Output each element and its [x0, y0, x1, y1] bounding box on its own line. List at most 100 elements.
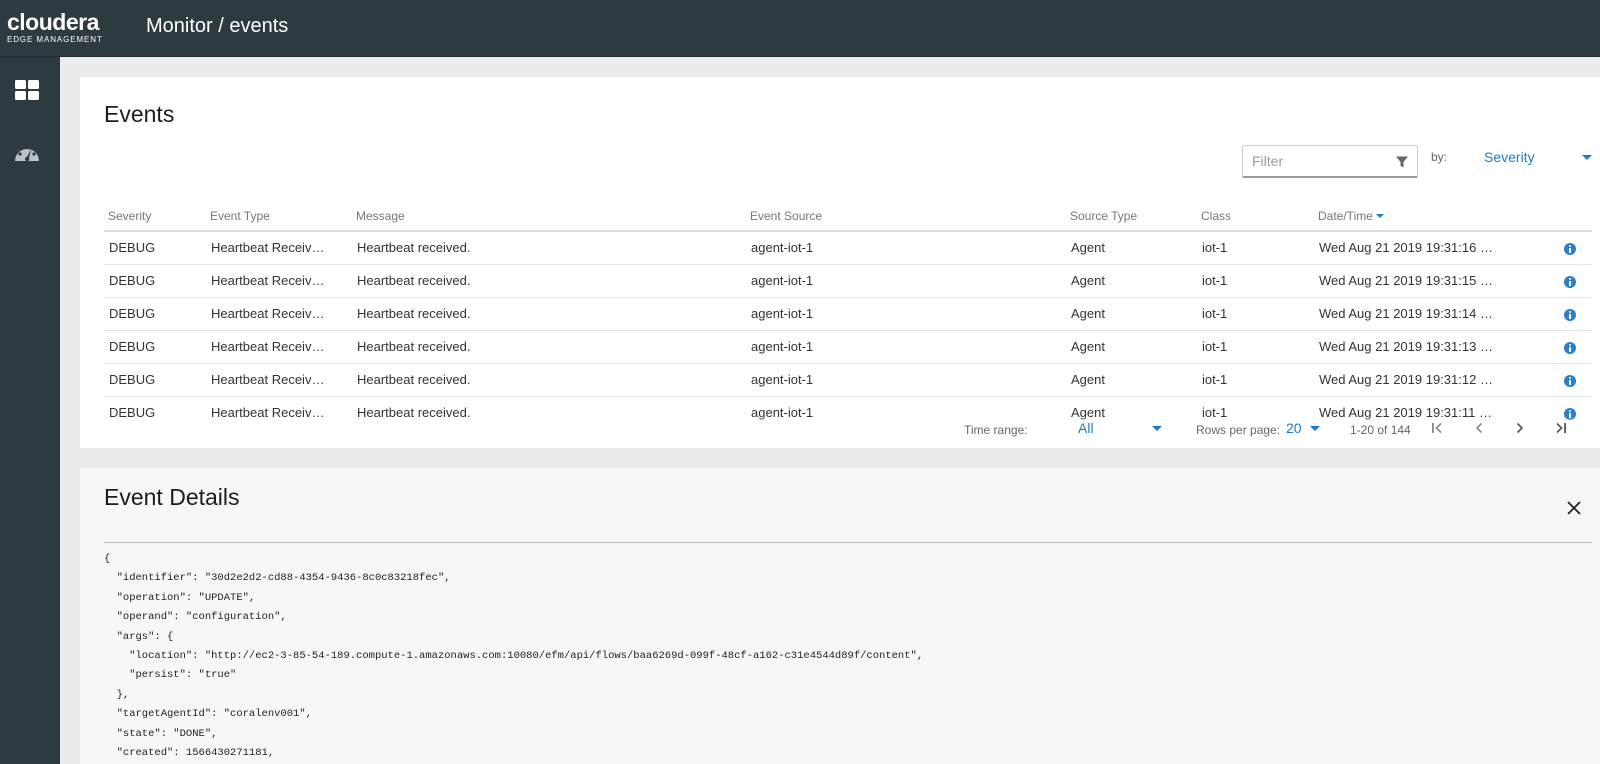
cell-class: iot-1: [1197, 264, 1314, 298]
cell-severity: DEBUG: [104, 363, 206, 397]
cell-event-source: agent-iot-1: [746, 264, 1066, 298]
table-row[interactable]: DEBUG Heartbeat Receiv… Heartbeat receiv…: [104, 264, 1592, 298]
table-row[interactable]: DEBUG Heartbeat Receiv… Heartbeat receiv…: [104, 297, 1592, 331]
page-title: Monitor / events: [146, 15, 289, 37]
logo-wordmark: cloudera: [7, 9, 99, 35]
cell-actions: [1524, 264, 1592, 298]
cell-actions: [1524, 330, 1592, 364]
event-json: { "identifier": "30d2e2d2-cd88-4354-9436…: [104, 550, 1592, 763]
close-icon[interactable]: [1566, 500, 1582, 516]
cell-event-source: agent-iot-1: [746, 297, 1066, 331]
time-range-select[interactable]: All: [1078, 420, 1162, 438]
chevron-down-icon: [1310, 426, 1320, 431]
cell-message: Heartbeat received.: [352, 330, 746, 364]
filter-input[interactable]: [1252, 146, 1392, 176]
cell-date-time: Wed Aug 21 2019 19:31:13 …: [1314, 330, 1524, 364]
top-bar: cloudera EDGE MANAGEMENT Monitor / event…: [0, 0, 1600, 57]
json-line: "persist": "true": [104, 669, 237, 682]
info-icon[interactable]: [1564, 341, 1576, 354]
cell-class: iot-1: [1197, 363, 1314, 397]
table-row[interactable]: DEBUG Heartbeat Receiv… Heartbeat receiv…: [104, 231, 1592, 265]
cell-event-type: Heartbeat Receiv…: [206, 231, 352, 265]
column-header-date-time[interactable]: Date/Time: [1314, 201, 1524, 232]
column-header-event-source[interactable]: Event Source: [746, 201, 1066, 232]
cell-severity: DEBUG: [104, 264, 206, 298]
rows-per-page-select[interactable]: 20: [1286, 420, 1320, 438]
cell-source-type: Agent: [1066, 264, 1197, 298]
cell-actions: [1524, 231, 1592, 265]
events-panel: Events by: Severity Severity Event Type …: [80, 77, 1600, 448]
event-details-panel: Event Details { "identifier": "30d2e2d2-…: [80, 468, 1600, 764]
chevron-down-icon: [1582, 155, 1592, 160]
info-icon[interactable]: [1564, 275, 1576, 288]
logo-subtitle: EDGE MANAGEMENT: [7, 35, 103, 44]
details-divider: [104, 542, 1592, 543]
group-by-label: by:: [1431, 150, 1448, 164]
column-header-actions: [1524, 201, 1592, 232]
filter-box: [1242, 145, 1418, 178]
json-line: "state": "DONE",: [104, 727, 218, 740]
cell-date-time: Wed Aug 21 2019 19:31:15 …: [1314, 264, 1524, 298]
cell-actions: [1524, 297, 1592, 331]
cell-event-type: Heartbeat Receiv…: [206, 264, 352, 298]
json-line: "created": 1566430271181,: [104, 747, 275, 760]
sidebar: [0, 57, 60, 764]
first-page-icon[interactable]: [1428, 419, 1446, 437]
cell-event-source: agent-iot-1: [746, 231, 1066, 265]
column-header-severity[interactable]: Severity: [104, 201, 206, 232]
table-row[interactable]: DEBUG Heartbeat Receiv… Heartbeat receiv…: [104, 330, 1592, 364]
json-line: "location": "http://ec2-3-85-54-189.comp…: [104, 650, 924, 663]
last-page-icon[interactable]: [1552, 419, 1570, 437]
next-page-icon[interactable]: [1511, 419, 1529, 437]
column-header-message[interactable]: Message: [352, 201, 746, 232]
cell-message: Heartbeat received.: [352, 231, 746, 265]
info-icon[interactable]: [1564, 308, 1576, 321]
json-line: },: [104, 688, 130, 701]
cell-event-type: Heartbeat Receiv…: [206, 330, 352, 364]
group-by-select[interactable]: Severity: [1484, 149, 1592, 169]
cell-message: Heartbeat received.: [352, 297, 746, 331]
cell-class: iot-1: [1197, 297, 1314, 331]
json-line: "operation": "UPDATE",: [104, 591, 256, 604]
column-header-event-type[interactable]: Event Type: [206, 201, 352, 232]
cell-class: iot-1: [1197, 231, 1314, 265]
cloudera-logo[interactable]: cloudera EDGE MANAGEMENT: [7, 9, 103, 45]
events-table: Severity Event Type Message Event Source…: [104, 201, 1592, 430]
speedometer-icon[interactable]: [13, 139, 41, 167]
rows-per-page-label: Rows per page:: [1196, 423, 1281, 437]
cell-source-type: Agent: [1066, 231, 1197, 265]
cell-date-time: Wed Aug 21 2019 19:31:14 …: [1314, 297, 1524, 331]
cell-severity: DEBUG: [104, 297, 206, 331]
info-icon[interactable]: [1564, 374, 1576, 387]
cell-source-type: Agent: [1066, 363, 1197, 397]
dashboard-grid-icon[interactable]: [13, 77, 41, 105]
json-line: {: [104, 553, 111, 565]
cell-class: iot-1: [1197, 330, 1314, 364]
cell-message: Heartbeat received.: [352, 264, 746, 298]
cell-event-type: Heartbeat Receiv…: [206, 363, 352, 397]
time-range-label: Time range:: [964, 423, 1028, 437]
cell-event-source: agent-iot-1: [746, 363, 1066, 397]
cell-date-time: Wed Aug 21 2019 19:31:16 …: [1314, 231, 1524, 265]
sort-desc-icon: [1375, 214, 1384, 219]
json-line: "operand": "configuration",: [104, 611, 287, 624]
cell-severity: DEBUG: [104, 231, 206, 265]
cell-actions: [1524, 363, 1592, 397]
cell-event-source: agent-iot-1: [746, 330, 1066, 364]
event-details-title: Event Details: [104, 484, 240, 510]
info-icon[interactable]: [1564, 242, 1576, 255]
cell-event-type: Heartbeat Receiv…: [206, 297, 352, 331]
pagination-range: 1-20 of 144: [1350, 423, 1411, 437]
column-header-source-type[interactable]: Source Type: [1066, 201, 1197, 232]
cell-message: Heartbeat received.: [352, 363, 746, 397]
json-line: "identifier": "30d2e2d2-cd88-4354-9436-8…: [104, 572, 451, 585]
cell-source-type: Agent: [1066, 297, 1197, 331]
previous-page-icon[interactable]: [1470, 419, 1488, 437]
table-row[interactable]: DEBUG Heartbeat Receiv… Heartbeat receiv…: [104, 363, 1592, 397]
cell-date-time: Wed Aug 21 2019 19:31:12 …: [1314, 363, 1524, 397]
cell-severity: DEBUG: [104, 330, 206, 364]
filter-funnel-icon[interactable]: [1395, 155, 1409, 169]
table-header-row: Severity Event Type Message Event Source…: [104, 201, 1592, 232]
column-header-class[interactable]: Class: [1197, 201, 1314, 232]
cell-source-type: Agent: [1066, 330, 1197, 364]
